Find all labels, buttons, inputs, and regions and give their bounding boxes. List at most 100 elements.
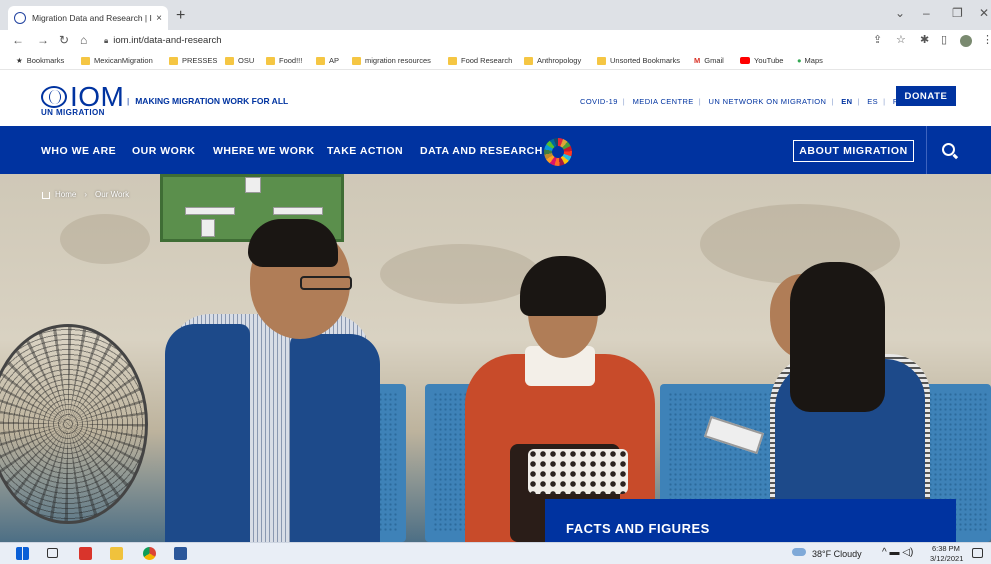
folder-icon (316, 56, 325, 65)
bookmark-star-icon[interactable]: ☆ (896, 33, 906, 46)
share-icon[interactable]: ⇪ (873, 33, 882, 46)
side-panel-icon[interactable]: ▯ (941, 33, 947, 46)
link-covid[interactable]: COVID-19 (580, 97, 618, 106)
tray-icons[interactable]: ^ ▬ ◁) (882, 547, 913, 558)
reload-icon[interactable]: ↻ (59, 33, 69, 47)
breadcrumb-current[interactable]: Our Work (95, 190, 129, 199)
profile-avatar[interactable] (960, 35, 972, 47)
folder-icon (597, 56, 606, 65)
windows-start-icon[interactable] (16, 547, 29, 560)
clock-time[interactable]: 6:38 PM (932, 544, 960, 553)
bookmark-item[interactable]: migration resources (352, 56, 431, 65)
folder-icon (81, 56, 90, 65)
star-icon: ★ (16, 56, 23, 65)
folder-icon (448, 56, 457, 65)
bookmark-item[interactable]: Food Research (448, 56, 512, 65)
home-icon[interactable]: ⌂ (80, 33, 87, 47)
browser-tab[interactable]: Migration Data and Research | IO × (8, 6, 168, 30)
bookmark-item[interactable]: Anthropology (524, 56, 581, 65)
file-explorer-icon[interactable] (110, 547, 123, 560)
link-media-centre[interactable]: MEDIA CENTRE (633, 97, 694, 106)
folder-icon (524, 56, 533, 65)
acrobat-icon[interactable] (79, 547, 92, 560)
chrome-icon[interactable] (143, 547, 156, 560)
forward-icon[interactable]: → (37, 33, 49, 47)
wall-stain (60, 214, 150, 264)
bookmark-item[interactable]: ● Maps (797, 56, 823, 65)
glasses (300, 276, 352, 290)
board-photo (201, 219, 215, 237)
word-icon[interactable] (174, 547, 187, 560)
url-text: iom.int/data-and-research (113, 35, 222, 46)
un-emblem-icon[interactable] (41, 86, 67, 108)
wall-stain (700, 204, 900, 284)
tagline: | MAKING MIGRATION WORK FOR ALL (127, 96, 289, 106)
board-label (273, 207, 323, 215)
lang-es[interactable]: ES (867, 97, 878, 106)
back-icon[interactable]: ← (12, 33, 24, 47)
chevron-right-icon: › (84, 190, 88, 199)
close-window-icon[interactable]: ✕ (979, 6, 989, 20)
search-icon[interactable] (942, 143, 955, 156)
sdg-wheel-icon[interactable] (544, 138, 572, 166)
new-tab-button[interactable]: + (176, 7, 185, 25)
nav-who-we-are[interactable]: WHO WE ARE (41, 145, 116, 157)
bookmark-item[interactable]: YouTube (740, 56, 783, 65)
nav-data-and-research[interactable]: DATA AND RESEARCH (420, 145, 543, 157)
lang-en[interactable]: EN (841, 97, 852, 106)
folder-icon (225, 56, 234, 65)
polka-dot-wallet (528, 449, 628, 494)
minimize-icon[interactable]: – (923, 6, 930, 20)
folder-icon (169, 56, 178, 65)
home-icon[interactable] (42, 192, 50, 199)
board-label (185, 207, 235, 215)
bookmark-item[interactable]: Food!!! (266, 56, 302, 65)
logo-subtitle: UN MIGRATION (41, 108, 105, 117)
bookmark-item[interactable]: MexicanMigration (81, 56, 153, 65)
bookmark-item[interactable]: M Gmail (694, 56, 724, 65)
tab-search-icon[interactable]: ⌄ (895, 6, 905, 20)
folder-icon (352, 56, 361, 65)
restore-icon[interactable]: ❐ (952, 6, 963, 20)
browser-tab-bar: Migration Data and Research | IO × + ⌄ –… (0, 0, 991, 30)
wall-stain (380, 244, 540, 304)
board-photo (245, 177, 261, 193)
link-un-network[interactable]: UN NETWORK ON MIGRATION (709, 97, 827, 106)
donate-button[interactable]: DONATE (896, 86, 956, 106)
nav-where-we-work[interactable]: WHERE WE WORK (213, 145, 315, 157)
nav-our-work[interactable]: OUR WORK (132, 145, 196, 157)
tab-title: Migration Data and Research | IO (32, 13, 153, 23)
nav-take-action[interactable]: TAKE ACTION (327, 145, 403, 157)
youtube-icon (740, 57, 750, 64)
iom-favicon-icon (14, 12, 26, 24)
bookmarks-bar: ★ Bookmarks MexicanMigration PRESSES OSU … (0, 52, 991, 70)
taskbar: 38°F Cloudy ^ ▬ ◁) 6:38 PM 3/12/2021 (0, 542, 991, 564)
folder-icon (266, 56, 275, 65)
electric-fan (0, 324, 148, 524)
hero-photo: Home › Our Work FACTS AND FIGURES (0, 174, 991, 542)
site-header: IOM UN MIGRATION | MAKING MIGRATION WORK … (0, 70, 991, 126)
maps-pin-icon: ● (797, 56, 802, 65)
bookmark-item[interactable]: OSU (225, 56, 254, 65)
cloud-weather-icon (792, 548, 806, 556)
notifications-icon[interactable] (972, 548, 983, 558)
weather-text[interactable]: 38°F Cloudy (812, 549, 862, 559)
about-migration-button[interactable]: ABOUT MIGRATION (793, 140, 914, 162)
gmail-icon: M (694, 56, 701, 65)
bookmark-item[interactable]: PRESSES (169, 56, 217, 65)
bookmark-item[interactable]: AP (316, 56, 339, 65)
menu-icon[interactable]: ⋮ (982, 33, 991, 46)
bookmark-item[interactable]: Unsorted Bookmarks (597, 56, 680, 65)
breadcrumb-home[interactable]: Home (55, 190, 76, 199)
clock-date[interactable]: 3/12/2021 (930, 554, 963, 563)
task-view-icon[interactable] (47, 548, 58, 558)
lock-icon: 🔒︎ (104, 36, 109, 45)
bookmark-item[interactable]: ★ Bookmarks (16, 56, 64, 65)
breadcrumb: Home › Our Work (42, 190, 129, 199)
extensions-icon[interactable]: ✱ (920, 33, 929, 46)
tab-close-icon[interactable]: × (156, 13, 162, 24)
facts-and-figures-panel[interactable]: FACTS AND FIGURES (545, 499, 956, 542)
utility-links: COVID-19 | MEDIA CENTRE | UN NETWORK ON MI… (578, 97, 906, 106)
nav-divider (926, 126, 927, 174)
url-field[interactable]: 🔒︎ iom.int/data-and-research (104, 35, 222, 46)
